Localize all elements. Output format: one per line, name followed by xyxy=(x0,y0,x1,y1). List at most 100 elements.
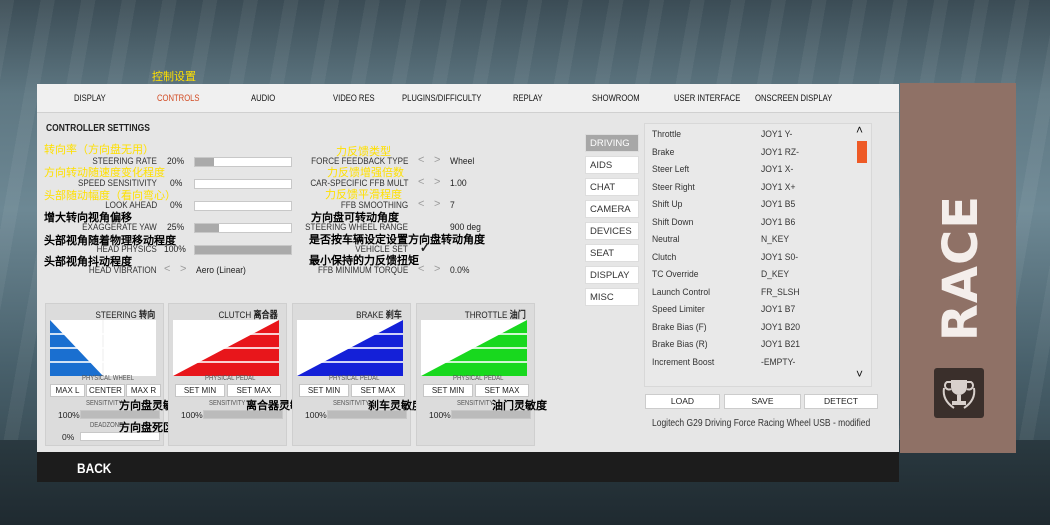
tab-video-res[interactable]: VIDEO RES xyxy=(333,93,375,103)
clutch-block: CLUTCH 离合器 PHYSICAL PEDAL SET MIN SET MA… xyxy=(168,303,287,446)
binding-value: JOY1 X+ xyxy=(761,181,796,193)
binding-value: JOY1 B7 xyxy=(761,304,796,315)
brake-set-min-button[interactable]: SET MIN xyxy=(299,384,349,397)
list-item[interactable]: Brake Bias (R) JOY1 B21 xyxy=(652,337,862,354)
steering-xlabel: PHYSICAL WHEEL xyxy=(82,375,135,382)
tab-onscreen-display[interactable]: ONSCREEN DISPLAY xyxy=(755,93,832,103)
ffb-smoothing-prev-icon[interactable]: < xyxy=(418,198,424,210)
trophy-icon[interactable] xyxy=(934,368,984,418)
tab-display[interactable]: DISPLAY xyxy=(74,93,106,103)
brake-title: BRAKE 刹车 xyxy=(356,310,402,321)
steering-rate-slider[interactable] xyxy=(194,157,292,167)
binding-name: Speed Limiter xyxy=(652,304,705,315)
slider-fill xyxy=(195,224,219,232)
scroll-thumb[interactable] xyxy=(857,141,867,163)
head-physics-value: 100% xyxy=(164,244,186,255)
binding-name: Neutral xyxy=(652,234,680,245)
clutch-set-max-button[interactable]: SET MAX xyxy=(227,384,281,397)
steering-max-l-button[interactable]: MAX L xyxy=(50,384,85,397)
side-tab-seat[interactable]: SEAT xyxy=(585,244,639,262)
tab-controls[interactable]: CONTROLS xyxy=(157,93,200,103)
steering-center-button[interactable]: CENTER xyxy=(86,384,125,397)
steering-title: STEERING 转向 xyxy=(95,310,155,321)
tab-plugins-difficulty[interactable]: PLUGINS/DIFFICULTY xyxy=(402,93,481,103)
tab-user-interface[interactable]: USER INTERFACE xyxy=(674,93,740,103)
side-tab-aids[interactable]: AIDS xyxy=(585,156,639,174)
tab-audio[interactable]: AUDIO xyxy=(251,93,275,103)
ffb-type-next-icon[interactable]: > xyxy=(434,154,440,166)
bindings-list: Throttle JOY1 Y- Brake JOY1 RZ- Steer Left… xyxy=(644,123,872,387)
ffb-smoothing-next-icon[interactable]: > xyxy=(434,198,440,210)
side-tab-chat[interactable]: CHAT xyxy=(585,178,639,196)
load-button[interactable]: LOAD xyxy=(645,394,720,409)
ffb-min-torque-next-icon[interactable]: > xyxy=(434,263,440,275)
ffb-type-value: Wheel xyxy=(450,156,475,167)
side-tab-camera[interactable]: CAMERA xyxy=(585,200,639,218)
list-item[interactable]: Shift Up JOY1 B5 xyxy=(652,197,862,214)
binding-value: JOY1 B6 xyxy=(761,216,796,228)
steering-max-r-button[interactable]: MAX R xyxy=(126,384,161,397)
ffb-mult-prev-icon[interactable]: < xyxy=(418,176,424,188)
binding-name: Steer Left xyxy=(652,164,690,175)
list-item[interactable]: Launch Control FR_SLSH xyxy=(652,285,862,302)
throttle-set-min-button[interactable]: SET MIN xyxy=(423,384,473,397)
steering-curve-graph[interactable] xyxy=(50,320,156,376)
list-item[interactable]: Throttle JOY1 Y- xyxy=(652,127,862,144)
list-item[interactable]: TC Override D_KEY xyxy=(652,267,862,284)
chevron-up-icon[interactable]: ˄ xyxy=(856,123,863,137)
throttle-curve-graph[interactable] xyxy=(421,320,527,376)
device-name: Logitech G29 Driving Force Racing Wheel … xyxy=(652,418,871,429)
clutch-curve-graph[interactable] xyxy=(173,320,279,376)
list-item[interactable]: Shift Down JOY1 B6 xyxy=(652,215,862,232)
save-button[interactable]: SAVE xyxy=(724,394,801,409)
exaggerate-yaw-slider[interactable] xyxy=(194,223,292,233)
look-ahead-slider[interactable] xyxy=(194,201,292,211)
list-item[interactable]: Steer Left JOY1 X- xyxy=(652,162,862,179)
detect-button[interactable]: DETECT xyxy=(804,394,878,409)
throttle-set-max-button[interactable]: SET MAX xyxy=(475,384,529,397)
tab-showroom[interactable]: SHOWROOM xyxy=(592,93,640,103)
side-tab-devices[interactable]: DEVICES xyxy=(585,222,639,240)
brake-set-max-button[interactable]: SET MAX xyxy=(351,384,405,397)
list-item[interactable]: Neutral N_KEY xyxy=(652,232,862,249)
vehicle-set-checkbox[interactable]: ✓ xyxy=(420,240,430,256)
list-item[interactable]: Clutch JOY1 S0- xyxy=(652,250,862,267)
side-tab-display[interactable]: DISPLAY xyxy=(585,266,639,284)
brake-block: BRAKE 刹车 PHYSICAL PEDAL SET MIN SET MAX … xyxy=(292,303,411,446)
binding-name: Brake Bias (R) xyxy=(652,339,708,350)
ffb-min-torque-prev-icon[interactable]: < xyxy=(418,263,424,275)
list-item[interactable]: Speed Limiter JOY1 B7 xyxy=(652,302,862,319)
ffb-mult-next-icon[interactable]: > xyxy=(434,176,440,188)
steering-rate-cn: 转向率（方向盘无用） xyxy=(44,144,154,156)
steering-sensitivity-label: SENSITIVITY xyxy=(86,400,123,407)
steering-sensitivity-value: 100% xyxy=(58,410,80,420)
list-item[interactable]: Brake Bias (F) JOY1 B20 xyxy=(652,320,862,337)
binding-value: JOY1 X- xyxy=(761,164,794,175)
tab-replay[interactable]: REPLAY xyxy=(513,93,543,103)
head-vibration-next-icon[interactable]: > xyxy=(180,263,186,275)
back-button[interactable]: BACK xyxy=(77,460,111,476)
bindings-scrollbar[interactable]: ˄ ˅ xyxy=(854,123,870,385)
side-tab-misc[interactable]: MISC xyxy=(585,288,639,306)
brake-curve-graph[interactable] xyxy=(297,320,403,376)
list-item[interactable]: Brake JOY1 RZ- xyxy=(652,145,862,162)
slider-fill xyxy=(195,158,215,166)
binding-value: JOY1 B21 xyxy=(761,339,800,350)
head-physics-slider[interactable] xyxy=(194,245,292,255)
look-ahead-value: 0% xyxy=(170,200,183,211)
clutch-set-min-button[interactable]: SET MIN xyxy=(175,384,225,397)
race-panel[interactable]: RACE xyxy=(900,83,1016,453)
speed-sensitivity-slider[interactable] xyxy=(194,179,292,189)
chevron-down-icon[interactable]: ˅ xyxy=(856,367,863,381)
bottom-bar: BACK xyxy=(37,452,899,482)
head-vibration-prev-icon[interactable]: < xyxy=(164,263,170,275)
binding-value: N_KEY xyxy=(761,234,790,245)
binding-name: Steer Right xyxy=(652,181,695,193)
side-tab-driving[interactable]: DRIVING xyxy=(585,134,639,152)
ffb-type-prev-icon[interactable]: < xyxy=(418,154,424,166)
list-item[interactable]: Increment Boost -EMPTY- xyxy=(652,355,862,372)
list-item[interactable]: Steer Right JOY1 X+ xyxy=(652,180,862,197)
brake-sensitivity-cn: 刹车灵敏度 xyxy=(368,400,423,412)
top-tab-bar: DISPLAY CONTROLS AUDIO VIDEO RES PLUGINS… xyxy=(37,84,899,113)
head-vibration-value: Aero (Linear) xyxy=(196,265,246,276)
